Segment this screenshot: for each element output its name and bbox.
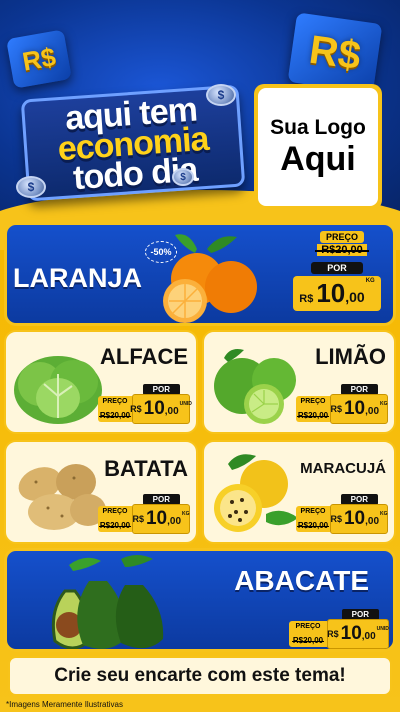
currency-cube-right-icon: R$ [287, 12, 383, 94]
product-price: POR PREÇO R$20,00 R$ 10 ,00 UNID [289, 609, 389, 649]
price-integer: 10 [143, 398, 165, 419]
featured-price: PREÇO R$20,00 POR R$ 10 ,00 KG [287, 231, 387, 311]
price-decimal: ,00 [167, 516, 182, 527]
price-integer: 10 [343, 508, 366, 529]
currency: R$ [130, 404, 142, 414]
coin-symbol: $ [217, 88, 225, 102]
product-card-laranja[interactable]: LARANJA -50% PREÇO R$20,00 POR R$ 10 ,00… [4, 222, 396, 326]
price-decimal: ,00 [361, 631, 376, 642]
product-name: LIMÃO [315, 344, 386, 369]
currency: R$ [132, 514, 144, 524]
currency: R$ [299, 293, 314, 305]
price-integer: 10 [145, 508, 168, 529]
product-card-limao[interactable]: LIMÃO POR PREÇO R$20,00 R$ 10 ,00 KG [202, 330, 396, 434]
flyer-page: R$ R$ aqui tem economia todo dia $ $ $ S… [0, 0, 400, 712]
logo-line-2: Aqui [280, 140, 356, 178]
new-price: R$ 10 ,00 KG [330, 504, 388, 534]
cta-text: Crie seu encarte com este tema! [54, 665, 346, 686]
lime-icon [214, 349, 296, 424]
product-price: POR PREÇO R$20,00 R$ 10 ,00 UNID [98, 384, 192, 424]
coin-icon: $ [16, 176, 46, 198]
avocado-icon [51, 555, 164, 649]
price-integer: 10 [340, 623, 362, 644]
old-price: R$20,00 [296, 411, 330, 420]
coin-icon: $ [206, 84, 236, 106]
orange-fruit-icon [163, 234, 257, 323]
price-integer: 10 [343, 398, 366, 419]
new-price: R$ 10 ,00 UNID [130, 394, 192, 424]
currency-cube-left-icon: R$ [6, 29, 72, 89]
old-price-box: PREÇO R$20,00 [98, 506, 132, 532]
product-price: POR PREÇO R$20,00 R$ 10 ,00 KG [98, 494, 190, 534]
product-card-abacate[interactable]: ABACATE POR PREÇO R$20,00 R$ 10 ,00 UNID [4, 548, 396, 652]
disclaimer-text: *Imagens Meramente Ilustrativas [6, 700, 123, 709]
price-decimal: ,00 [365, 516, 380, 527]
product-name: ALFACE [100, 344, 188, 369]
product-price: POR PREÇO R$20,00 R$ 10 ,00 KG [296, 384, 388, 424]
product-card-alface[interactable]: ALFACE POR PREÇO R$20,00 R$ 10 ,00 UNID [4, 330, 198, 434]
new-price: R$ 10 ,00 KG [132, 504, 190, 534]
por-label: POR [311, 262, 363, 274]
new-price: R$ 10 ,00 KG [330, 394, 388, 424]
old-price-box: PREÇO R$20,00 [98, 396, 132, 422]
currency: R$ [330, 514, 342, 524]
price-unit: KG [380, 511, 388, 517]
price-decimal: ,00 [365, 406, 380, 417]
new-price: R$ 10 ,00 UNID [327, 619, 389, 649]
old-price-box: PREÇO R$20,00 [296, 506, 330, 532]
old-price: R$20,00 [291, 636, 325, 645]
old-price-box: PREÇO R$20,00 [289, 621, 327, 647]
price-unit: KG [380, 401, 388, 407]
coin-icon: $ [172, 168, 194, 186]
preco-label: PREÇO [319, 231, 364, 243]
lettuce-icon [14, 356, 102, 424]
old-price: R$20,00 [315, 244, 369, 256]
product-name: LARANJA [13, 263, 143, 293]
logo-line-1: Sua Logo [270, 116, 366, 139]
potato-icon [18, 464, 106, 530]
product-name: BATATA [104, 456, 188, 481]
price-unit: KG [182, 511, 190, 517]
preco-label: PREÇO [300, 508, 326, 515]
price-decimal: ,00 [164, 406, 179, 417]
price-decimal: ,00 [345, 289, 365, 305]
logo-placeholder-inner: Sua Logo Aqui [258, 88, 378, 206]
old-price: R$20,00 [98, 521, 132, 530]
price-unit: UNID [179, 401, 192, 407]
currency: R$ [330, 404, 342, 414]
logo-placeholder[interactable]: Sua Logo Aqui [254, 84, 382, 210]
product-name: MARACUJÁ [300, 460, 386, 477]
price-unit: KG [365, 278, 375, 284]
currency-cube-left-label: R$ [19, 40, 58, 77]
passion-fruit-icon [214, 454, 298, 532]
new-price: R$ 10 ,00 KG [293, 276, 381, 311]
preco-label: PREÇO [102, 398, 128, 405]
product-card-maracuja[interactable]: MARACUJÁ POR PREÇO R$20,00 R$ 10 ,00 KG [202, 440, 396, 544]
preco-label: PREÇO [102, 508, 128, 515]
preco-label: PREÇO [300, 398, 326, 405]
currency-cube-right-label: R$ [306, 27, 364, 78]
old-price: R$20,00 [98, 411, 132, 420]
coin-symbol: $ [27, 180, 35, 194]
product-card-batata[interactable]: BATATA POR PREÇO R$20,00 R$ 10 ,00 KG [4, 440, 198, 544]
product-price: POR PREÇO R$20,00 R$ 10 ,00 KG [296, 494, 388, 534]
coin-symbol: $ [180, 171, 186, 183]
price-integer: 10 [316, 278, 346, 308]
disclaimer: *Imagens Meramente Ilustrativas [0, 697, 400, 712]
product-name: ABACATE [234, 565, 369, 596]
old-price: R$20,00 [296, 521, 330, 530]
price-unit: UNID [376, 626, 389, 632]
preco-label: PREÇO [295, 623, 321, 630]
old-price-box: PREÇO R$20,00 [296, 396, 330, 422]
currency: R$ [327, 629, 339, 639]
cta-banner[interactable]: Crie seu encarte com este tema! [8, 656, 392, 696]
